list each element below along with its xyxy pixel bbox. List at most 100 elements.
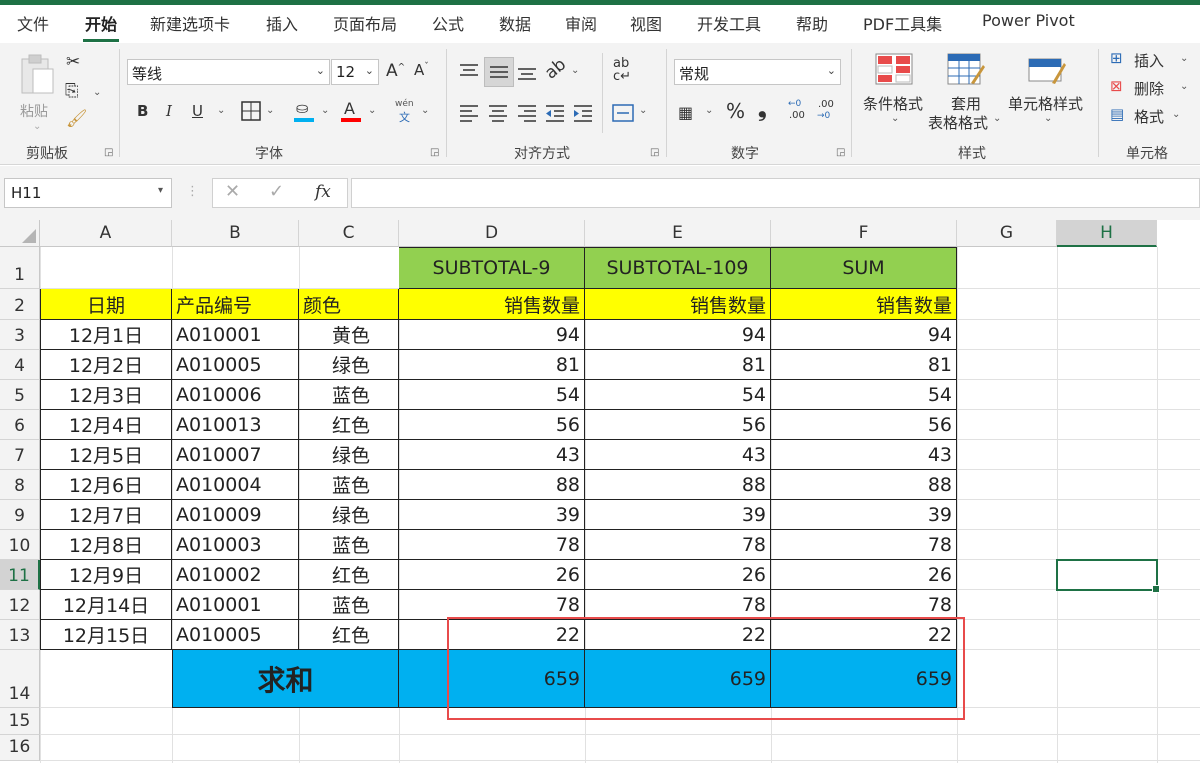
column-header-h[interactable]: H <box>1057 220 1157 247</box>
header-formula-1[interactable]: SUBTOTAL-9 <box>399 247 585 289</box>
data-cell[interactable]: 12月2日 <box>40 350 172 380</box>
number-format-select[interactable]: 常规 ⌄ <box>674 59 841 85</box>
data-cell[interactable]: 94 <box>585 320 771 350</box>
data-cell[interactable]: 39 <box>771 500 957 530</box>
formula-input[interactable] <box>351 178 1200 208</box>
align-top-icon[interactable] <box>458 61 480 81</box>
phonetic-button[interactable]: wén 文 <box>394 99 416 125</box>
column-header-a[interactable]: A <box>40 220 172 247</box>
data-cell[interactable]: 94 <box>771 320 957 350</box>
row-header-1[interactable]: 1 <box>0 247 40 289</box>
decrease-indent-icon[interactable] <box>544 103 566 123</box>
data-cell[interactable]: 56 <box>771 410 957 440</box>
insert-cells-button[interactable]: ⊞ 插入 ⌄ <box>1110 49 1190 73</box>
dialog-launcher-icon[interactable]: ◲ <box>650 147 659 158</box>
merge-center-icon[interactable] <box>612 103 634 123</box>
data-cell[interactable]: 78 <box>771 590 957 620</box>
data-cell[interactable]: 43 <box>771 440 957 470</box>
tab-insert[interactable]: 插入 <box>266 11 298 35</box>
grow-font-button[interactable]: A^ <box>386 61 405 81</box>
data-cell[interactable]: 39 <box>399 500 585 530</box>
tab-review[interactable]: 审阅 <box>565 11 597 35</box>
column-title-1[interactable]: 日期 <box>40 289 172 320</box>
data-cell[interactable]: 26 <box>771 560 957 590</box>
font-color-button[interactable]: A <box>341 99 363 123</box>
data-cell[interactable]: 88 <box>585 470 771 500</box>
bold-button[interactable]: B <box>137 102 148 120</box>
data-cell[interactable]: 88 <box>771 470 957 500</box>
comma-style-button[interactable]: ❟ <box>758 97 767 122</box>
tab-new[interactable]: 新建选项卡 <box>150 11 230 35</box>
align-bottom-icon[interactable] <box>516 63 538 83</box>
data-cell[interactable]: 绿色 <box>299 500 399 530</box>
tab-pdf-tools[interactable]: PDF工具集 <box>863 11 942 35</box>
row-header-4[interactable]: 4 <box>0 350 40 380</box>
chevron-down-icon[interactable]: ⌄ <box>266 105 274 116</box>
row-header-14[interactable]: 14 <box>0 650 40 708</box>
currency-icon[interactable]: ▦ <box>678 103 693 122</box>
chevron-down-icon[interactable]: ⌄ <box>421 105 429 116</box>
column-header-f[interactable]: F <box>771 220 957 247</box>
tab-developer[interactable]: 开发工具 <box>697 11 761 35</box>
paste-button[interactable]: 粘贴 ⌄ <box>14 51 60 132</box>
data-cell[interactable]: 蓝色 <box>299 530 399 560</box>
data-cell[interactable]: 26 <box>585 560 771 590</box>
data-cell[interactable]: 红色 <box>299 410 399 440</box>
align-right-icon[interactable] <box>516 103 538 123</box>
row-header-15[interactable]: 15 <box>0 708 40 735</box>
selected-cell-h11[interactable] <box>1056 559 1160 593</box>
fill-color-button[interactable]: ⛀ <box>294 99 316 123</box>
italic-button[interactable]: I <box>166 102 172 120</box>
row-header-9[interactable]: 9 <box>0 500 40 530</box>
data-cell[interactable]: 绿色 <box>299 350 399 380</box>
data-cell[interactable]: A010004 <box>172 470 299 500</box>
data-cell[interactable]: 56 <box>585 410 771 440</box>
column-header-d[interactable]: D <box>399 220 585 247</box>
align-middle-button[interactable] <box>484 57 514 87</box>
tab-power-pivot[interactable]: Power Pivot <box>982 11 1075 30</box>
data-cell[interactable]: 78 <box>399 530 585 560</box>
data-cell[interactable]: 26 <box>399 560 585 590</box>
increase-decimal-button[interactable]: ←0 .00 <box>786 99 810 125</box>
data-cell[interactable]: 56 <box>399 410 585 440</box>
column-header-b[interactable]: B <box>172 220 299 247</box>
data-cell[interactable]: 红色 <box>299 620 399 650</box>
tab-file[interactable]: 文件 <box>17 11 49 35</box>
tab-view[interactable]: 视图 <box>630 11 662 35</box>
tab-data[interactable]: 数据 <box>499 11 531 35</box>
conditional-formatting-button[interactable]: 条件格式 ⌄ <box>859 51 929 141</box>
data-cell[interactable]: 54 <box>771 380 957 410</box>
data-cell[interactable]: A010001 <box>172 590 299 620</box>
dialog-launcher-icon[interactable]: ◲ <box>430 147 439 158</box>
percent-button[interactable]: % <box>726 99 745 123</box>
cut-icon[interactable]: ✂ <box>66 52 80 72</box>
chevron-down-icon[interactable]: ⌄ <box>705 105 713 116</box>
tab-home[interactable]: 开始 <box>85 11 117 35</box>
tab-help[interactable]: 帮助 <box>796 11 828 35</box>
row-header-11[interactable]: 11 <box>0 560 40 590</box>
cell-styles-button[interactable]: 单元格样式 ⌄ <box>1006 51 1090 141</box>
increase-indent-icon[interactable] <box>572 103 594 123</box>
copy-icon[interactable]: ⎘ <box>65 81 79 101</box>
more-options-icon[interactable]: ⋮ <box>186 184 199 199</box>
chevron-down-icon[interactable]: ⌄ <box>368 105 376 116</box>
data-cell[interactable]: 蓝色 <box>299 590 399 620</box>
chevron-down-icon[interactable]: ⌄ <box>321 105 329 116</box>
data-cell[interactable]: 54 <box>399 380 585 410</box>
row-header-8[interactable]: 8 <box>0 470 40 500</box>
data-cell[interactable]: A010009 <box>172 500 299 530</box>
format-cells-button[interactable]: ▤ 格式 ⌄ <box>1110 105 1190 129</box>
total-label[interactable]: 求和 <box>172 650 399 708</box>
dialog-launcher-icon[interactable]: ◲ <box>104 147 113 158</box>
data-cell[interactable]: 78 <box>585 530 771 560</box>
data-cell[interactable]: 12月4日 <box>40 410 172 440</box>
data-cell[interactable]: 81 <box>771 350 957 380</box>
data-cell[interactable]: 12月15日 <box>40 620 172 650</box>
tab-page-layout[interactable]: 页面布局 <box>333 11 397 35</box>
decrease-decimal-button[interactable]: .00 →0 <box>815 99 839 125</box>
header-formula-2[interactable]: SUBTOTAL-109 <box>585 247 771 289</box>
data-cell[interactable]: 蓝色 <box>299 380 399 410</box>
chevron-down-icon[interactable]: ⌄ <box>571 65 579 76</box>
wrap-text-icon[interactable]: ab c↵ <box>613 57 631 83</box>
data-cell[interactable]: 43 <box>399 440 585 470</box>
